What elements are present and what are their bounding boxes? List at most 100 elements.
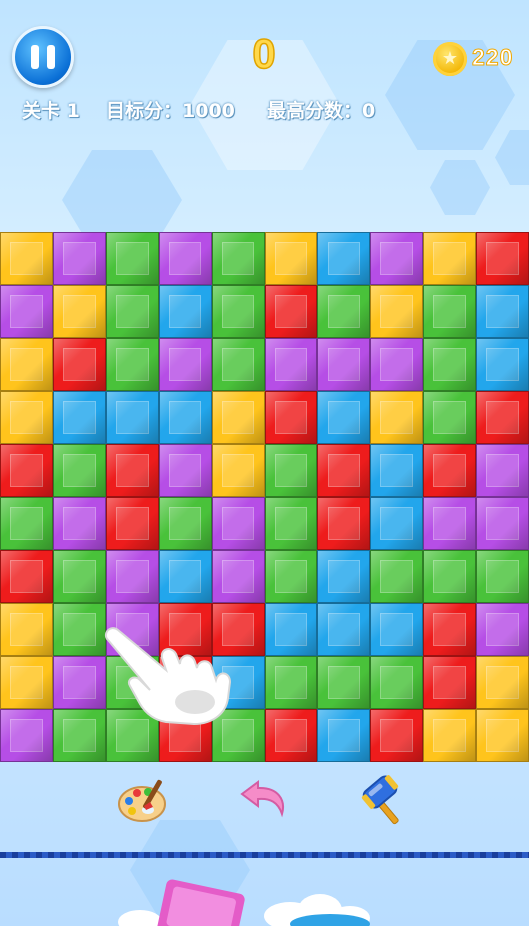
yellow-tile[interactable]: [423, 709, 477, 762]
purple-tile[interactable]: [370, 338, 424, 391]
pause-button[interactable]: [12, 26, 74, 88]
blue-tile[interactable]: [158, 391, 212, 444]
red-tile[interactable]: [0, 550, 53, 603]
green-tile[interactable]: [423, 338, 477, 391]
purple-tile[interactable]: [105, 550, 159, 603]
green-tile[interactable]: [211, 338, 265, 391]
red-tile[interactable]: [317, 497, 371, 550]
green-tile[interactable]: [52, 709, 106, 762]
red-tile[interactable]: [370, 709, 424, 762]
purple-tile[interactable]: [264, 338, 318, 391]
green-tile[interactable]: [317, 656, 371, 709]
yellow-tile[interactable]: [0, 656, 53, 709]
purple-tile[interactable]: [158, 444, 212, 497]
red-tile[interactable]: [158, 603, 212, 656]
purple-tile[interactable]: [476, 444, 529, 497]
blue-tile[interactable]: [317, 550, 371, 603]
green-tile[interactable]: [52, 550, 106, 603]
green-tile[interactable]: [476, 550, 529, 603]
yellow-tile[interactable]: [370, 391, 424, 444]
green-tile[interactable]: [423, 285, 477, 338]
purple-tile[interactable]: [476, 497, 529, 550]
green-tile[interactable]: [105, 232, 159, 285]
blue-tile[interactable]: [317, 709, 371, 762]
red-tile[interactable]: [423, 656, 477, 709]
green-tile[interactable]: [105, 338, 159, 391]
red-tile[interactable]: [105, 444, 159, 497]
green-tile[interactable]: [52, 603, 106, 656]
green-tile[interactable]: [52, 444, 106, 497]
yellow-tile[interactable]: [476, 656, 529, 709]
green-tile[interactable]: [317, 285, 371, 338]
yellow-tile[interactable]: [0, 232, 53, 285]
hammer-icon[interactable]: [358, 772, 414, 828]
red-tile[interactable]: [52, 338, 106, 391]
purple-tile[interactable]: [370, 232, 424, 285]
yellow-tile[interactable]: [370, 285, 424, 338]
green-tile[interactable]: [105, 709, 159, 762]
red-tile[interactable]: [423, 444, 477, 497]
yellow-tile[interactable]: [423, 232, 477, 285]
green-tile[interactable]: [370, 656, 424, 709]
purple-tile[interactable]: [52, 656, 106, 709]
green-tile[interactable]: [158, 497, 212, 550]
green-tile[interactable]: [105, 656, 159, 709]
green-tile[interactable]: [264, 550, 318, 603]
green-tile[interactable]: [0, 497, 53, 550]
green-tile[interactable]: [423, 391, 477, 444]
purple-tile[interactable]: [0, 285, 53, 338]
purple-tile[interactable]: [423, 497, 477, 550]
purple-tile[interactable]: [52, 232, 106, 285]
red-tile[interactable]: [158, 709, 212, 762]
purple-tile[interactable]: [211, 497, 265, 550]
yellow-tile[interactable]: [264, 232, 318, 285]
yellow-tile[interactable]: [0, 603, 53, 656]
red-tile[interactable]: [476, 391, 529, 444]
green-tile[interactable]: [264, 497, 318, 550]
yellow-tile[interactable]: [0, 338, 53, 391]
blue-tile[interactable]: [317, 391, 371, 444]
purple-tile[interactable]: [0, 709, 53, 762]
green-tile[interactable]: [264, 656, 318, 709]
red-tile[interactable]: [423, 603, 477, 656]
blue-tile[interactable]: [370, 444, 424, 497]
game-board[interactable]: [0, 232, 529, 762]
yellow-tile[interactable]: [0, 391, 53, 444]
purple-tile[interactable]: [52, 497, 106, 550]
purple-tile[interactable]: [317, 338, 371, 391]
red-tile[interactable]: [476, 232, 529, 285]
purple-tile[interactable]: [105, 603, 159, 656]
purple-tile[interactable]: [158, 338, 212, 391]
blue-tile[interactable]: [476, 338, 529, 391]
green-tile[interactable]: [105, 285, 159, 338]
red-tile[interactable]: [317, 444, 371, 497]
purple-tile[interactable]: [476, 603, 529, 656]
red-tile[interactable]: [264, 709, 318, 762]
red-tile[interactable]: [0, 444, 53, 497]
blue-tile[interactable]: [211, 656, 265, 709]
green-tile[interactable]: [264, 444, 318, 497]
yellow-tile[interactable]: [211, 391, 265, 444]
purple-tile[interactable]: [211, 550, 265, 603]
green-tile[interactable]: [211, 709, 265, 762]
green-tile[interactable]: [211, 232, 265, 285]
yellow-tile[interactable]: [211, 444, 265, 497]
red-tile[interactable]: [158, 656, 212, 709]
undo-arrow-icon[interactable]: [238, 772, 294, 828]
purple-tile[interactable]: [158, 232, 212, 285]
blue-tile[interactable]: [264, 603, 318, 656]
blue-tile[interactable]: [476, 285, 529, 338]
blue-tile[interactable]: [158, 550, 212, 603]
red-tile[interactable]: [211, 603, 265, 656]
blue-tile[interactable]: [370, 603, 424, 656]
blue-tile[interactable]: [370, 497, 424, 550]
blue-tile[interactable]: [317, 232, 371, 285]
green-tile[interactable]: [370, 550, 424, 603]
blue-tile[interactable]: [52, 391, 106, 444]
yellow-tile[interactable]: [476, 709, 529, 762]
blue-tile[interactable]: [158, 285, 212, 338]
blue-tile[interactable]: [317, 603, 371, 656]
paint-palette-icon[interactable]: [116, 772, 172, 828]
red-tile[interactable]: [264, 391, 318, 444]
blue-tile[interactable]: [105, 391, 159, 444]
